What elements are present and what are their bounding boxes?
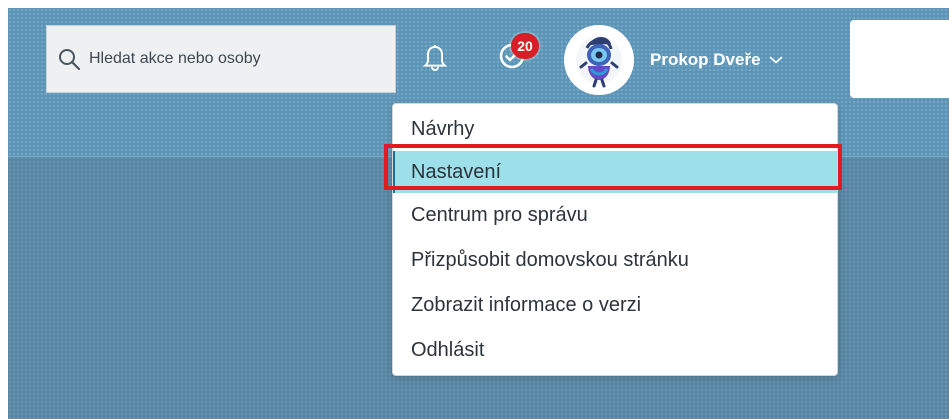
app-window: Hledat akce nebo osoby 20 Prokop Dveře N… <box>8 8 949 419</box>
search-box[interactable]: Hledat akce nebo osoby <box>46 25 396 93</box>
menu-item-prizpusobit-domovskou-stranku[interactable]: Přizpůsobit domovskou stránku <box>393 239 837 281</box>
avatar <box>564 25 634 95</box>
robot-avatar-icon <box>576 36 622 88</box>
chevron-down-icon <box>769 56 782 64</box>
user-name: Prokop Dveře <box>650 50 761 69</box>
menu-item-zobrazit-informace-o-verzi[interactable]: Zobrazit informace o verzi <box>393 284 837 326</box>
user-profile-button[interactable]: Prokop Dveře <box>564 24 849 96</box>
menu-item-centrum-pro-spravu[interactable]: Centrum pro správu <box>393 194 837 236</box>
bell-icon[interactable] <box>422 43 448 75</box>
menu-item-nastaveni[interactable]: Nastavení <box>393 151 837 193</box>
todo-button[interactable]: 20 <box>494 32 539 78</box>
todo-count-badge: 20 <box>511 33 539 59</box>
search-input-placeholder[interactable]: Hledat akce nebo osoby <box>89 50 261 68</box>
search-icon <box>59 49 81 71</box>
menu-item-navrhy[interactable]: Návrhy <box>393 108 837 150</box>
menu-item-odhlasit[interactable]: Odhlásit <box>393 329 837 371</box>
user-menu: Návrhy Nastavení Centrum pro správu Přiz… <box>392 103 838 376</box>
header-right-panel <box>850 20 949 98</box>
